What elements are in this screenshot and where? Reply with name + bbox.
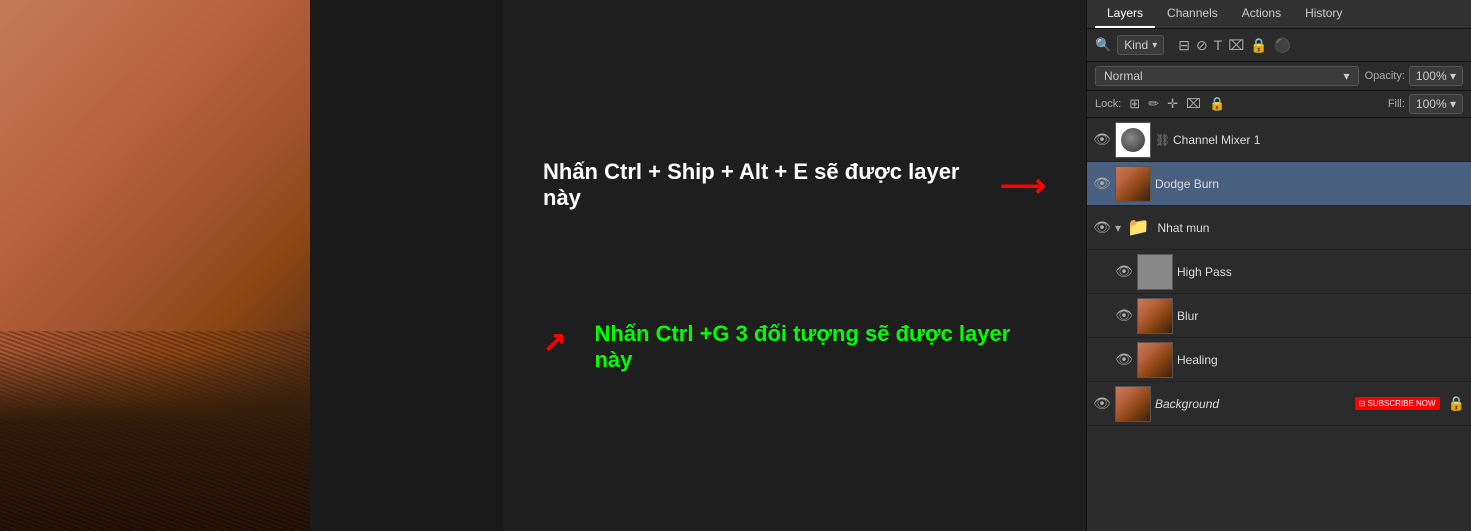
annotation-label-1: Nhấn Ctrl + Ship + Alt + E sẽ được layer… <box>543 159 980 211</box>
layer-thumb-dodge-burn <box>1115 166 1151 202</box>
fill-chevron: ▾ <box>1450 97 1456 111</box>
layer-thumb-high-pass <box>1137 254 1173 290</box>
lock-label: Lock: <box>1095 98 1121 110</box>
layer-name-background: Background <box>1155 397 1351 411</box>
tab-channels[interactable]: Channels <box>1155 0 1230 28</box>
search-filter-icons: ⊟ ⊘ T ⌧ 🔒 ⚫ <box>1178 37 1291 54</box>
layer-name-channel-mixer: Channel Mixer 1 <box>1173 133 1465 147</box>
fill-value: 100% <box>1416 97 1447 111</box>
layer-item-blur[interactable]: 👁 Blur <box>1087 294 1471 338</box>
eye-icon-healing[interactable]: 👁 <box>1115 351 1133 368</box>
layer-thumb-channel-mixer <box>1115 122 1151 158</box>
eye-icon-blur[interactable]: 👁 <box>1115 307 1133 324</box>
text-overlay-area: Nhấn Ctrl + Ship + Alt + E sẽ được layer… <box>503 0 1086 531</box>
annotation-label-2: Nhấn Ctrl +G 3 đối tượng sẽ được layer n… <box>594 321 1046 373</box>
layers-list: 👁 ⛓ Channel Mixer 1 👁 Dodge Burn 👁 ▾ 📁 N… <box>1087 118 1471 531</box>
lock-icons-group: ⊞ ✏ ✛ ⌧ 🔒 <box>1129 96 1225 112</box>
group-name-nhat-mun: Nhat mun <box>1157 221 1465 235</box>
layer-item-healing[interactable]: 👁 Healing <box>1087 338 1471 382</box>
eye-icon-channel-mixer[interactable]: 👁 <box>1093 131 1111 148</box>
filter-dot-icon[interactable]: ⚫ <box>1274 37 1291 54</box>
layer-thumb-background <box>1115 386 1151 422</box>
annotation-text-2: ↗ Nhấn Ctrl +G 3 đối tượng sẽ được layer… <box>543 321 1046 373</box>
kind-label: Kind <box>1124 38 1148 52</box>
opacity-chevron: ▾ <box>1450 69 1456 83</box>
search-magnifier-icon: 🔍 <box>1095 37 1111 53</box>
tab-actions[interactable]: Actions <box>1230 0 1293 28</box>
annotation-text-1: Nhấn Ctrl + Ship + Alt + E sẽ được layer… <box>543 159 1046 211</box>
layer-thumb-healing <box>1137 342 1173 378</box>
layer-name-high-pass: High Pass <box>1177 265 1465 279</box>
blend-mode-row: Normal ▾ Opacity: 100% ▾ <box>1087 62 1471 91</box>
subscribe-badge: ⊟ SUBSCRIBE NOW <box>1355 397 1440 410</box>
opacity-value: 100% <box>1416 69 1447 83</box>
lock-row: Lock: ⊞ ✏ ✛ ⌧ 🔒 Fill: 100% ▾ <box>1087 91 1471 118</box>
filter-pixel-icon[interactable]: ⊟ <box>1178 37 1190 54</box>
layer-item-background[interactable]: 👁 Background ⊟ SUBSCRIBE NOW 🔒 <box>1087 382 1471 426</box>
opacity-input[interactable]: 100% ▾ <box>1409 66 1463 86</box>
hair-overlay <box>0 331 310 531</box>
opacity-label: Opacity: <box>1365 70 1405 82</box>
layer-item-dodge-burn[interactable]: 👁 Dodge Burn <box>1087 162 1471 206</box>
lock-all-icon[interactable]: 🔒 <box>1209 96 1225 112</box>
lock-pixels-icon[interactable]: ⊞ <box>1129 96 1140 112</box>
eye-icon-background[interactable]: 👁 <box>1093 395 1111 412</box>
kind-chevron-icon: ▾ <box>1152 40 1157 51</box>
layer-item-high-pass[interactable]: 👁 High Pass <box>1087 250 1471 294</box>
fill-section: Fill: 100% ▾ <box>1388 94 1463 114</box>
eye-icon-nhat-mun[interactable]: 👁 <box>1093 219 1111 236</box>
blend-mode-value: Normal <box>1104 69 1143 83</box>
tab-layers[interactable]: Layers <box>1095 0 1155 28</box>
arrow-right-1: ⟶ <box>1000 166 1046 204</box>
layer-name-dodge-burn: Dodge Burn <box>1155 177 1465 191</box>
folder-icon-nhat-mun: 📁 <box>1127 217 1149 238</box>
eye-icon-high-pass[interactable]: 👁 <box>1115 263 1133 280</box>
layer-name-blur: Blur <box>1177 309 1465 323</box>
search-bar: 🔍 Kind ▾ ⊟ ⊘ T ⌧ 🔒 ⚫ <box>1087 29 1471 62</box>
filter-smart-icon[interactable]: 🔒 <box>1250 37 1267 54</box>
panel-tabs: Layers Channels Actions History <box>1087 0 1471 29</box>
lock-artboard-icon[interactable]: ⌧ <box>1186 96 1201 112</box>
lock-position-icon[interactable]: ✛ <box>1167 96 1178 112</box>
eye-icon-dodge-burn[interactable]: 👁 <box>1093 175 1111 192</box>
layer-thumb-blur <box>1137 298 1173 334</box>
layer-name-healing: Healing <box>1177 353 1465 367</box>
blend-chevron-icon: ▾ <box>1344 69 1350 83</box>
group-arrow-nhat-mun: ▾ <box>1115 221 1121 235</box>
layers-panel: Layers Channels Actions History 🔍 Kind ▾… <box>1086 0 1471 531</box>
filter-adjustment-icon[interactable]: ⊘ <box>1196 37 1208 54</box>
fill-label: Fill: <box>1388 98 1405 110</box>
layer-item-channel-mixer[interactable]: 👁 ⛓ Channel Mixer 1 <box>1087 118 1471 162</box>
kind-dropdown[interactable]: Kind ▾ <box>1117 35 1164 55</box>
group-header-nhat-mun[interactable]: 👁 ▾ 📁 Nhat mun <box>1087 206 1471 250</box>
filter-shape-icon[interactable]: ⌧ <box>1228 37 1244 54</box>
canvas-area <box>0 0 503 531</box>
fill-input[interactable]: 100% ▾ <box>1409 94 1463 114</box>
opacity-section: Opacity: 100% ▾ <box>1365 66 1463 86</box>
blend-mode-dropdown[interactable]: Normal ▾ <box>1095 66 1359 86</box>
tab-history[interactable]: History <box>1293 0 1354 28</box>
arrow-up-2: ↗ <box>543 325 566 358</box>
lock-paint-icon[interactable]: ✏ <box>1148 96 1159 112</box>
chain-icon-channel-mixer: ⛓ <box>1155 133 1169 147</box>
filter-type-icon[interactable]: T <box>1214 37 1223 54</box>
lock-bg-icon: 🔒 <box>1448 395 1465 412</box>
